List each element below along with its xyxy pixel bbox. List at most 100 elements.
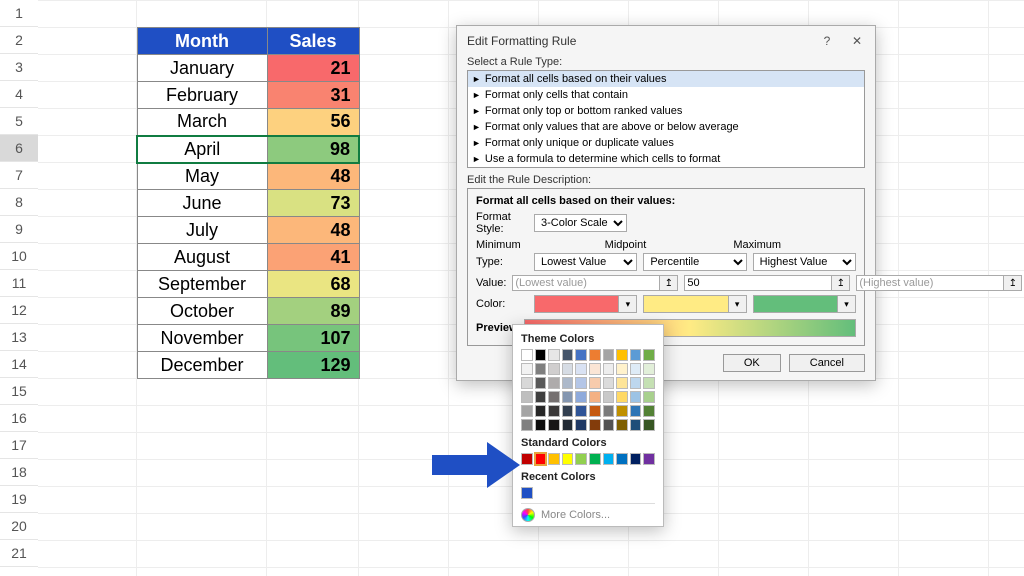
color-swatch[interactable]: [562, 453, 574, 465]
color-swatch[interactable]: [589, 391, 601, 403]
maximum-color-select[interactable]: ▾: [753, 295, 856, 313]
color-swatch[interactable]: [535, 453, 547, 465]
table-row[interactable]: June73: [137, 190, 359, 217]
table-row[interactable]: July48: [137, 217, 359, 244]
color-swatch[interactable]: [562, 363, 574, 375]
rule-type-item[interactable]: ►Format all cells based on their values: [468, 71, 864, 87]
row-header[interactable]: 12: [0, 297, 38, 324]
row-header[interactable]: 13: [0, 324, 38, 351]
color-swatch[interactable]: [548, 453, 560, 465]
sales-cell[interactable]: 56: [267, 109, 359, 136]
color-swatch[interactable]: [630, 419, 642, 431]
rule-type-list[interactable]: ►Format all cells based on their values ►…: [467, 70, 865, 168]
table-row[interactable]: November107: [137, 325, 359, 352]
color-swatch[interactable]: [575, 453, 587, 465]
color-swatch[interactable]: [562, 419, 574, 431]
sales-cell[interactable]: 89: [267, 298, 359, 325]
table-row[interactable]: August41: [137, 244, 359, 271]
color-swatch[interactable]: [548, 363, 560, 375]
cancel-button[interactable]: Cancel: [789, 354, 865, 372]
color-swatch[interactable]: [589, 405, 601, 417]
close-button[interactable]: ✕: [849, 34, 865, 48]
color-swatch[interactable]: [630, 453, 642, 465]
color-swatch[interactable]: [575, 349, 587, 361]
color-swatch[interactable]: [616, 377, 628, 389]
table-row[interactable]: December129: [137, 352, 359, 379]
maximum-value-input[interactable]: [856, 275, 1004, 291]
color-swatch[interactable]: [575, 363, 587, 375]
month-cell[interactable]: June: [137, 190, 267, 217]
color-swatch[interactable]: [575, 405, 587, 417]
color-swatch[interactable]: [616, 419, 628, 431]
color-swatch[interactable]: [548, 391, 560, 403]
color-swatch[interactable]: [603, 453, 615, 465]
color-swatch[interactable]: [535, 349, 547, 361]
color-swatch[interactable]: [603, 405, 615, 417]
minimum-value-input[interactable]: [512, 275, 660, 291]
color-swatch[interactable]: [616, 363, 628, 375]
color-swatch[interactable]: [548, 377, 560, 389]
row-header[interactable]: 4: [0, 81, 38, 108]
sales-cell[interactable]: 68: [267, 271, 359, 298]
color-swatch[interactable]: [589, 453, 601, 465]
color-swatch[interactable]: [535, 391, 547, 403]
sales-cell[interactable]: 31: [267, 82, 359, 109]
color-swatch[interactable]: [643, 363, 655, 375]
color-swatch[interactable]: [616, 391, 628, 403]
table-row[interactable]: May48: [137, 163, 359, 190]
sales-cell[interactable]: 21: [267, 55, 359, 82]
month-cell[interactable]: September: [137, 271, 267, 298]
color-swatch[interactable]: [535, 405, 547, 417]
color-swatch[interactable]: [535, 377, 547, 389]
ok-button[interactable]: OK: [723, 354, 781, 372]
color-swatch[interactable]: [630, 391, 642, 403]
table-row[interactable]: October89: [137, 298, 359, 325]
rule-type-item[interactable]: ►Format only unique or duplicate values: [468, 135, 864, 151]
row-header[interactable]: 9: [0, 216, 38, 243]
color-swatch[interactable]: [643, 405, 655, 417]
minimum-color-select[interactable]: ▾: [534, 295, 637, 313]
row-header[interactable]: 5: [0, 108, 38, 135]
color-swatch[interactable]: [603, 349, 615, 361]
row-header[interactable]: 19: [0, 486, 38, 513]
row-header[interactable]: 18: [0, 459, 38, 486]
row-header[interactable]: 6: [0, 135, 38, 162]
color-swatch[interactable]: [630, 377, 642, 389]
color-swatch[interactable]: [616, 405, 628, 417]
color-swatch[interactable]: [575, 391, 587, 403]
row-header[interactable]: 1: [0, 0, 38, 27]
month-cell[interactable]: May: [137, 163, 267, 190]
row-header[interactable]: 17: [0, 432, 38, 459]
color-swatch[interactable]: [616, 349, 628, 361]
color-swatch[interactable]: [643, 349, 655, 361]
rule-type-item[interactable]: ►Format only top or bottom ranked values: [468, 103, 864, 119]
color-swatch[interactable]: [521, 349, 533, 361]
color-swatch[interactable]: [535, 363, 547, 375]
month-cell[interactable]: August: [137, 244, 267, 271]
midpoint-type-select[interactable]: Percentile: [643, 253, 746, 271]
month-cell[interactable]: April: [137, 136, 267, 163]
table-row[interactable]: April98: [137, 136, 359, 163]
month-cell[interactable]: November: [137, 325, 267, 352]
help-button[interactable]: ?: [819, 34, 835, 48]
table-row[interactable]: September68: [137, 271, 359, 298]
row-header[interactable]: 14: [0, 351, 38, 378]
format-style-select[interactable]: 3-Color Scale: [534, 214, 627, 232]
color-swatch[interactable]: [562, 349, 574, 361]
color-swatch[interactable]: [562, 391, 574, 403]
color-swatch[interactable]: [603, 363, 615, 375]
row-header[interactable]: 21: [0, 540, 38, 567]
range-picker-icon[interactable]: ↥: [660, 275, 678, 291]
color-swatch[interactable]: [589, 349, 601, 361]
month-cell[interactable]: March: [137, 109, 267, 136]
row-header[interactable]: 3: [0, 54, 38, 81]
table-row[interactable]: March56: [137, 109, 359, 136]
color-swatch[interactable]: [589, 377, 601, 389]
color-swatch[interactable]: [575, 377, 587, 389]
color-swatch[interactable]: [521, 419, 533, 431]
color-swatch[interactable]: [521, 391, 533, 403]
sales-cell[interactable]: 129: [267, 352, 359, 379]
color-swatch[interactable]: [521, 363, 533, 375]
color-swatch[interactable]: [616, 453, 628, 465]
midpoint-value-input[interactable]: [684, 275, 832, 291]
